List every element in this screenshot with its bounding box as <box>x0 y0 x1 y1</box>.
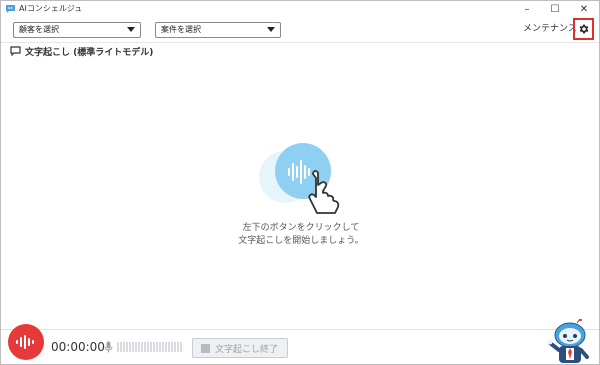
tap-to-start-illustration <box>259 143 340 214</box>
section-title: 文字起こし (標準ライトモデル) <box>25 47 154 58</box>
app-window: AIコンシェルジュ – ☐ ✕ 顧客を選択 案件を選択 メンテナンス 文字起こし… <box>0 0 600 365</box>
footer-divider <box>1 329 599 330</box>
level-segment <box>147 342 149 352</box>
stop-transcription-label: 文字起こし終了 <box>215 344 279 355</box>
audio-level-meter <box>117 342 184 352</box>
stop-icon <box>201 343 210 353</box>
level-segment <box>138 342 140 352</box>
start-hint: 左下のボタンをクリックして 文字起こしを開始しましょう。 <box>201 222 401 248</box>
case-select[interactable]: 案件を選択 <box>155 22 281 38</box>
stop-transcription-button[interactable]: 文字起こし終了 <box>192 338 288 358</box>
level-segment <box>132 342 134 352</box>
window-title: AIコンシェルジュ <box>19 4 83 13</box>
robot-mascot <box>547 319 589 363</box>
waveform-icon <box>16 335 34 349</box>
record-button[interactable] <box>8 324 44 360</box>
level-segment <box>177 342 179 352</box>
level-segment <box>180 342 182 352</box>
level-segment <box>123 342 125 352</box>
title-bar: AIコンシェルジュ – ☐ ✕ <box>1 1 599 18</box>
level-segment <box>168 342 170 352</box>
section-header: 文字起こし (標準ライトモデル) <box>10 45 154 58</box>
level-segment <box>126 342 128 352</box>
case-select-value: 案件を選択 <box>161 25 201 34</box>
level-segment <box>174 342 176 352</box>
level-segment <box>156 342 158 352</box>
chevron-down-icon <box>127 27 135 32</box>
microphone-icon <box>104 341 113 353</box>
maximize-button[interactable]: ☐ <box>541 1 569 18</box>
level-segment <box>120 342 122 352</box>
hint-line-2: 文字起こしを開始しましょう。 <box>238 236 364 246</box>
level-segment <box>150 342 152 352</box>
level-segment <box>153 342 155 352</box>
minimize-button[interactable]: – <box>513 1 541 18</box>
customer-select-value: 顧客を選択 <box>19 25 59 34</box>
customer-select[interactable]: 顧客を選択 <box>13 22 141 38</box>
hint-line-1: 左下のボタンをクリックして <box>242 223 360 233</box>
level-segment <box>171 342 173 352</box>
settings-button[interactable] <box>573 18 594 40</box>
maintenance-link[interactable]: メンテナンス <box>523 23 577 35</box>
gear-icon <box>579 24 589 34</box>
level-segment <box>129 342 131 352</box>
app-chat-bubble-icon <box>6 5 15 13</box>
level-segment <box>165 342 167 352</box>
level-segment <box>162 342 164 352</box>
elapsed-timer: 00:00:00 <box>51 340 105 354</box>
level-segment <box>144 342 146 352</box>
level-segment <box>141 342 143 352</box>
speech-bubble-icon <box>10 46 21 56</box>
close-button[interactable]: ✕ <box>570 1 598 18</box>
level-segment <box>159 342 161 352</box>
toolbar-divider <box>1 42 599 43</box>
level-segment <box>135 342 137 352</box>
chevron-down-icon <box>267 27 275 32</box>
level-segment <box>117 342 119 352</box>
